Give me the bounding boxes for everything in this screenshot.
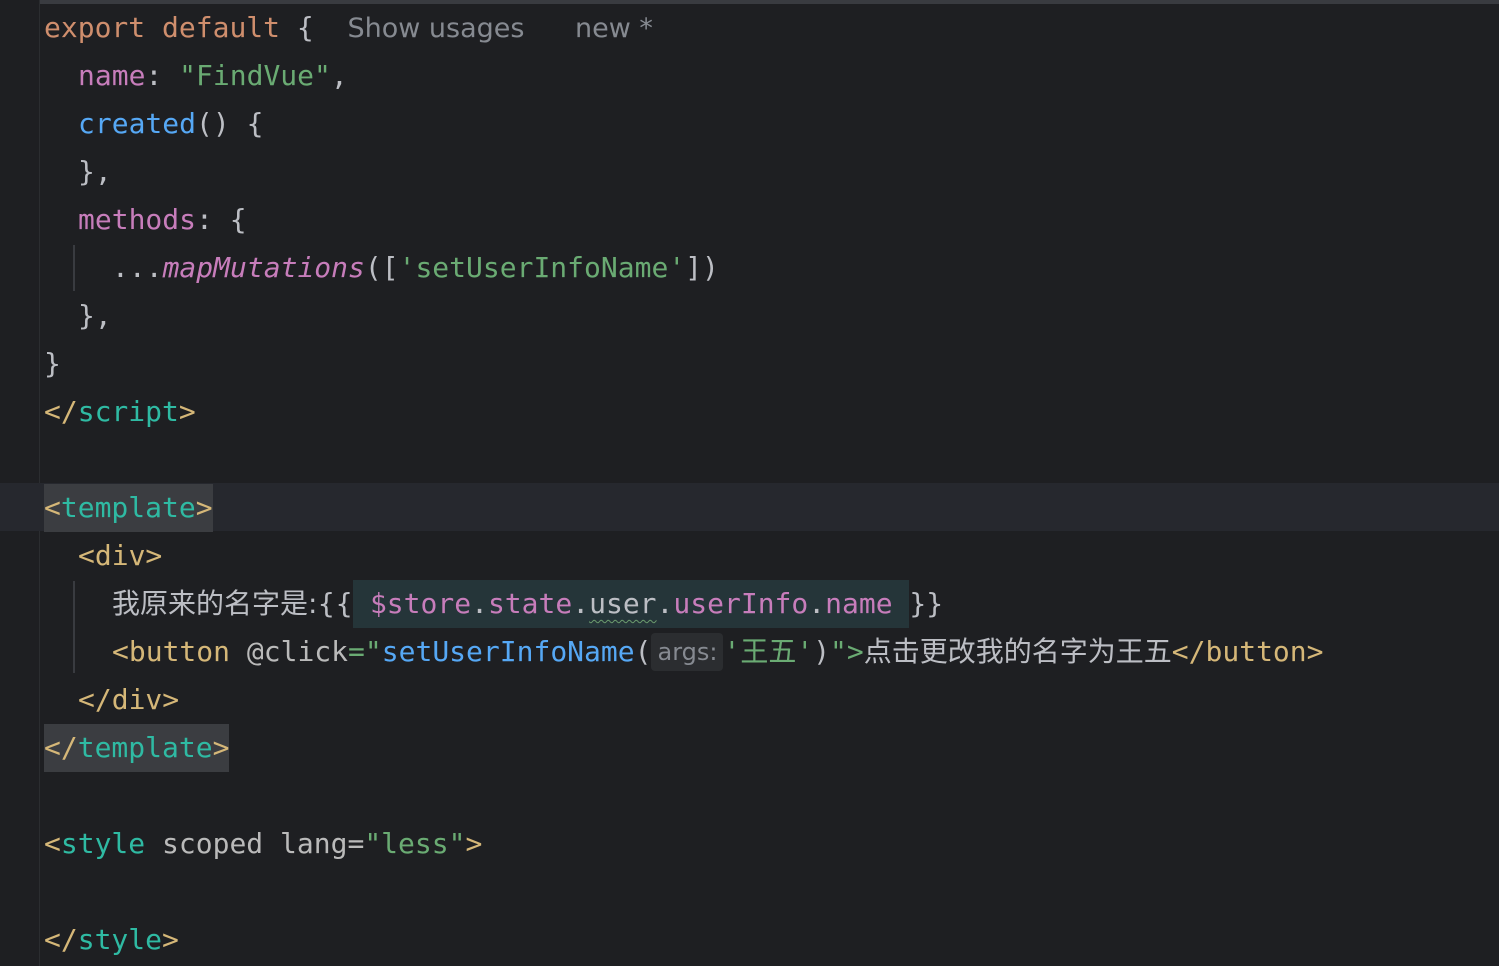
expr-state: state xyxy=(487,587,573,620)
colon: : xyxy=(145,59,180,92)
comma: , xyxy=(330,59,348,92)
expr-userinfo: userInfo xyxy=(673,587,809,620)
tag-close: > xyxy=(195,491,213,524)
method-created: created xyxy=(78,107,197,140)
spread-operator: ... xyxy=(112,251,163,284)
attr-eq: =" xyxy=(348,635,382,668)
current-line-highlight xyxy=(0,483,1499,531)
code-line-5[interactable]: methods: { xyxy=(78,196,247,244)
code-line-3[interactable]: created() { xyxy=(78,100,263,148)
tag-template: template xyxy=(77,731,213,764)
indent-guide xyxy=(73,245,75,291)
paren-open: ( xyxy=(634,635,652,668)
attr-eq: = xyxy=(347,827,365,860)
code-line-8[interactable]: } xyxy=(44,340,61,388)
indent-guide xyxy=(73,581,75,673)
interpolation-expression: $store.state.user.userInfo.name xyxy=(353,580,910,628)
attr-click: @click xyxy=(246,635,349,668)
tag-open: < xyxy=(44,827,61,860)
expr-user: user xyxy=(589,587,657,620)
arg-string: '王五' xyxy=(723,635,814,668)
tag-div-close: </div> xyxy=(78,683,180,716)
code-line-18[interactable]: <style scoped lang="less"> xyxy=(44,820,482,868)
tag-open: < xyxy=(44,491,61,524)
function-mapmutations: mapMutations xyxy=(162,251,365,284)
attr-scoped: scoped xyxy=(162,827,264,860)
code-line-11[interactable]: <template> xyxy=(44,484,213,532)
tag-template: template xyxy=(60,491,196,524)
code-line-20[interactable]: </style> xyxy=(44,916,179,964)
code-line-7[interactable]: }, xyxy=(78,292,112,340)
handler-setuserinfoname: setUserInfoName xyxy=(381,635,635,668)
tag-script: script xyxy=(77,395,179,428)
tag-close: > xyxy=(465,827,483,860)
close-bracket: ]) xyxy=(685,251,719,284)
quote-close: "> xyxy=(830,635,864,668)
tag-close: > xyxy=(212,731,230,764)
code-line-4[interactable]: }, xyxy=(78,148,112,196)
code-line-15[interactable]: </div> xyxy=(78,676,179,724)
code-line-16[interactable]: </template> xyxy=(44,724,230,772)
tag-button-open: <button xyxy=(112,635,231,668)
dot: . xyxy=(471,587,488,620)
code-line-13[interactable]: 我原来的名字是:{{ $store.state.user.userInfo.na… xyxy=(112,580,943,628)
expr-name: name xyxy=(825,587,893,620)
closing-brace: } xyxy=(44,347,61,380)
tag-button-close: </button> xyxy=(1171,635,1324,668)
tag-open: </ xyxy=(44,731,78,764)
template-text: 我原来的名字是:{{ xyxy=(112,587,354,620)
code-line-12[interactable]: <div> xyxy=(78,532,162,580)
tag-open: </ xyxy=(44,923,78,956)
code-line-9[interactable]: </script> xyxy=(44,388,196,436)
property-methods: methods xyxy=(78,203,197,236)
keyword-export: export xyxy=(44,11,146,44)
tag-style: style xyxy=(60,827,146,860)
dot: . xyxy=(656,587,674,620)
interpolation-end: }} xyxy=(909,587,944,620)
closing-brace: }, xyxy=(78,155,112,188)
code-line-14[interactable]: <button @click="setUserInfoName(args: '王五… xyxy=(112,628,1324,676)
code-line-1[interactable]: export default { Show usages new * xyxy=(44,4,653,52)
attr-lang: lang xyxy=(280,827,348,860)
string-findvue: "FindVue" xyxy=(179,59,331,92)
tag-close: > xyxy=(162,923,179,956)
open-bracket: ([ xyxy=(364,251,399,284)
dot: . xyxy=(808,587,826,620)
closing-brace: }, xyxy=(78,299,112,332)
expr-store: $store xyxy=(369,587,472,620)
property-name: name xyxy=(78,59,146,92)
vcs-new-hint: new * xyxy=(575,13,653,44)
tag-open: </ xyxy=(44,395,78,428)
code-line-6[interactable]: ...mapMutations(['setUserInfoName']) xyxy=(112,244,719,292)
param-hint-args: args: xyxy=(651,633,724,671)
brace: { xyxy=(280,11,314,44)
dot: . xyxy=(572,587,590,620)
parens-brace: () { xyxy=(196,107,264,140)
show-usages-hint[interactable]: Show usages xyxy=(347,13,524,44)
tag-div-open: <div> xyxy=(78,539,163,572)
tag-close: > xyxy=(178,395,196,428)
string-setuserinfoname: 'setUserInfoName' xyxy=(398,251,686,284)
paren-close: ) xyxy=(813,635,831,668)
tag-style: style xyxy=(77,923,163,956)
code-editor[interactable]: export default { Show usages new * name:… xyxy=(0,0,1499,966)
keyword-default: default xyxy=(162,11,281,44)
code-line-2[interactable]: name: "FindVue", xyxy=(78,52,348,100)
button-text: 点击更改我的名字为王五 xyxy=(863,635,1172,668)
attr-value-less: "less" xyxy=(364,827,466,860)
colon-brace: : { xyxy=(196,203,247,236)
